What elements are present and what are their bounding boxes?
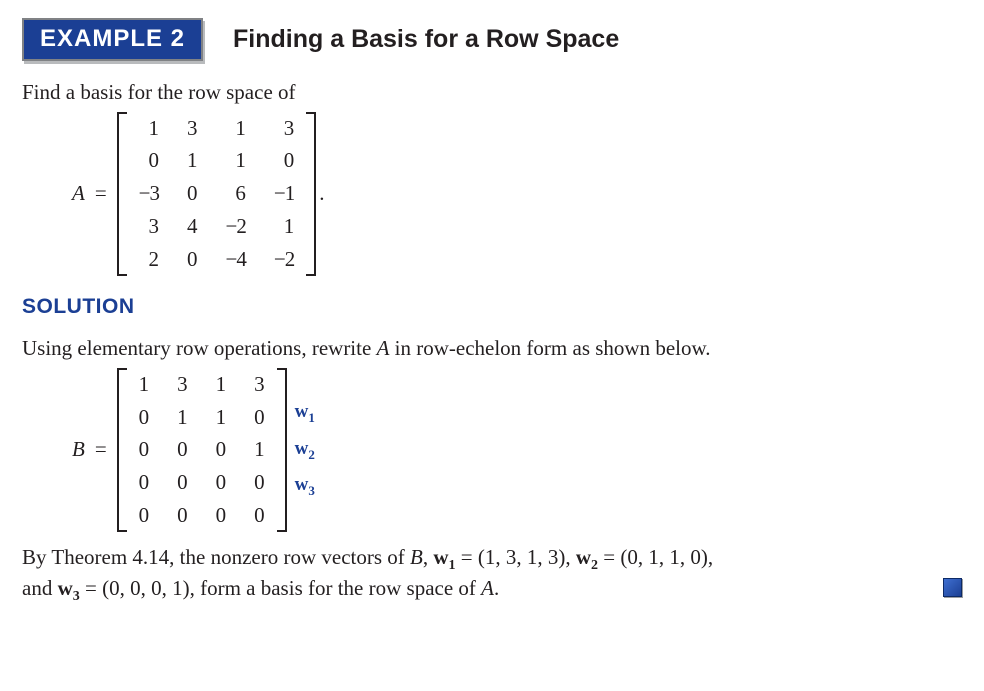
equals-sign: = <box>91 436 117 463</box>
w1: w1 <box>433 545 455 569</box>
table-row: −3 0 6 −1 <box>125 177 309 210</box>
right-bracket-icon <box>308 112 316 276</box>
matrix-b-label: B <box>72 436 91 463</box>
table-row: 0 0 0 1 <box>125 433 279 466</box>
w3: w3 <box>58 576 80 600</box>
conclusion: By Theorem 4.14, the nonzero row vectors… <box>22 544 962 606</box>
table-row: 0 1 1 0 <box>125 144 309 177</box>
row-label-w3: w3 <box>295 469 315 506</box>
matrix-a-brackets: 1 3 1 3 0 1 1 0 −3 0 6 −1 3 4 −2 1 <box>117 112 317 276</box>
v1: (1, 3, 1, 3) <box>478 545 566 569</box>
right-bracket-icon <box>279 368 287 532</box>
table-row: 1 3 1 3 <box>125 112 309 145</box>
example-title: Finding a Basis for a Row Space <box>233 23 619 55</box>
row-vector-labels: w1 w2 w3 <box>287 394 315 506</box>
concl-p1: By Theorem 4.14, the nonzero row vectors… <box>22 545 410 569</box>
matrix-a-trailing: . <box>316 180 324 207</box>
example-badge: EXAMPLE 2 <box>22 18 203 61</box>
matrix-b: 1 3 1 3 0 1 1 0 0 0 0 1 0 0 0 0 <box>125 368 279 532</box>
matrix-a: 1 3 1 3 0 1 1 0 −3 0 6 −1 3 4 −2 1 <box>125 112 309 276</box>
table-row: 0 1 1 0 <box>125 401 279 434</box>
solution-line-mid: in row-echelon form as shown below. <box>389 336 710 360</box>
solution-line-pre: Using elementary row operations, rewrite <box>22 336 377 360</box>
table-row: 2 0 −4 −2 <box>125 243 309 276</box>
table-row: 1 3 1 3 <box>125 368 279 401</box>
A-italic-2: A <box>481 576 494 600</box>
matrix-a-label: A <box>72 180 91 207</box>
matrix-b-block: B = 1 3 1 3 0 1 1 0 0 0 0 1 0 <box>72 368 962 532</box>
v3: (0, 0, 0, 1) <box>102 576 190 600</box>
table-row: 0 0 0 0 <box>125 499 279 532</box>
solution-line: Using elementary row operations, rewrite… <box>22 335 962 362</box>
w2: w2 <box>576 545 598 569</box>
A-italic: A <box>377 336 390 360</box>
solution-heading: SOLUTION <box>22 294 962 321</box>
table-row: 0 0 0 0 <box>125 466 279 499</box>
equals-sign: = <box>91 180 117 207</box>
row-label-w2: w2 <box>295 433 315 470</box>
row-label-w1: w1 <box>295 396 315 433</box>
end-of-example-icon <box>943 578 962 597</box>
v2: (0, 1, 1, 0) <box>620 545 708 569</box>
left-bracket-icon <box>117 368 125 532</box>
example-header: EXAMPLE 2 Finding a Basis for a Row Spac… <box>22 18 962 61</box>
matrix-b-brackets: 1 3 1 3 0 1 1 0 0 0 0 1 0 0 0 0 <box>117 368 287 532</box>
matrix-a-block: A = 1 3 1 3 0 1 1 0 −3 0 6 −1 3 <box>72 112 962 276</box>
find-line: Find a basis for the row space of <box>22 79 962 106</box>
example-badge-text: EXAMPLE 2 <box>40 25 185 52</box>
table-row: 3 4 −2 1 <box>125 210 309 243</box>
B-italic: B <box>410 545 423 569</box>
left-bracket-icon <box>117 112 125 276</box>
